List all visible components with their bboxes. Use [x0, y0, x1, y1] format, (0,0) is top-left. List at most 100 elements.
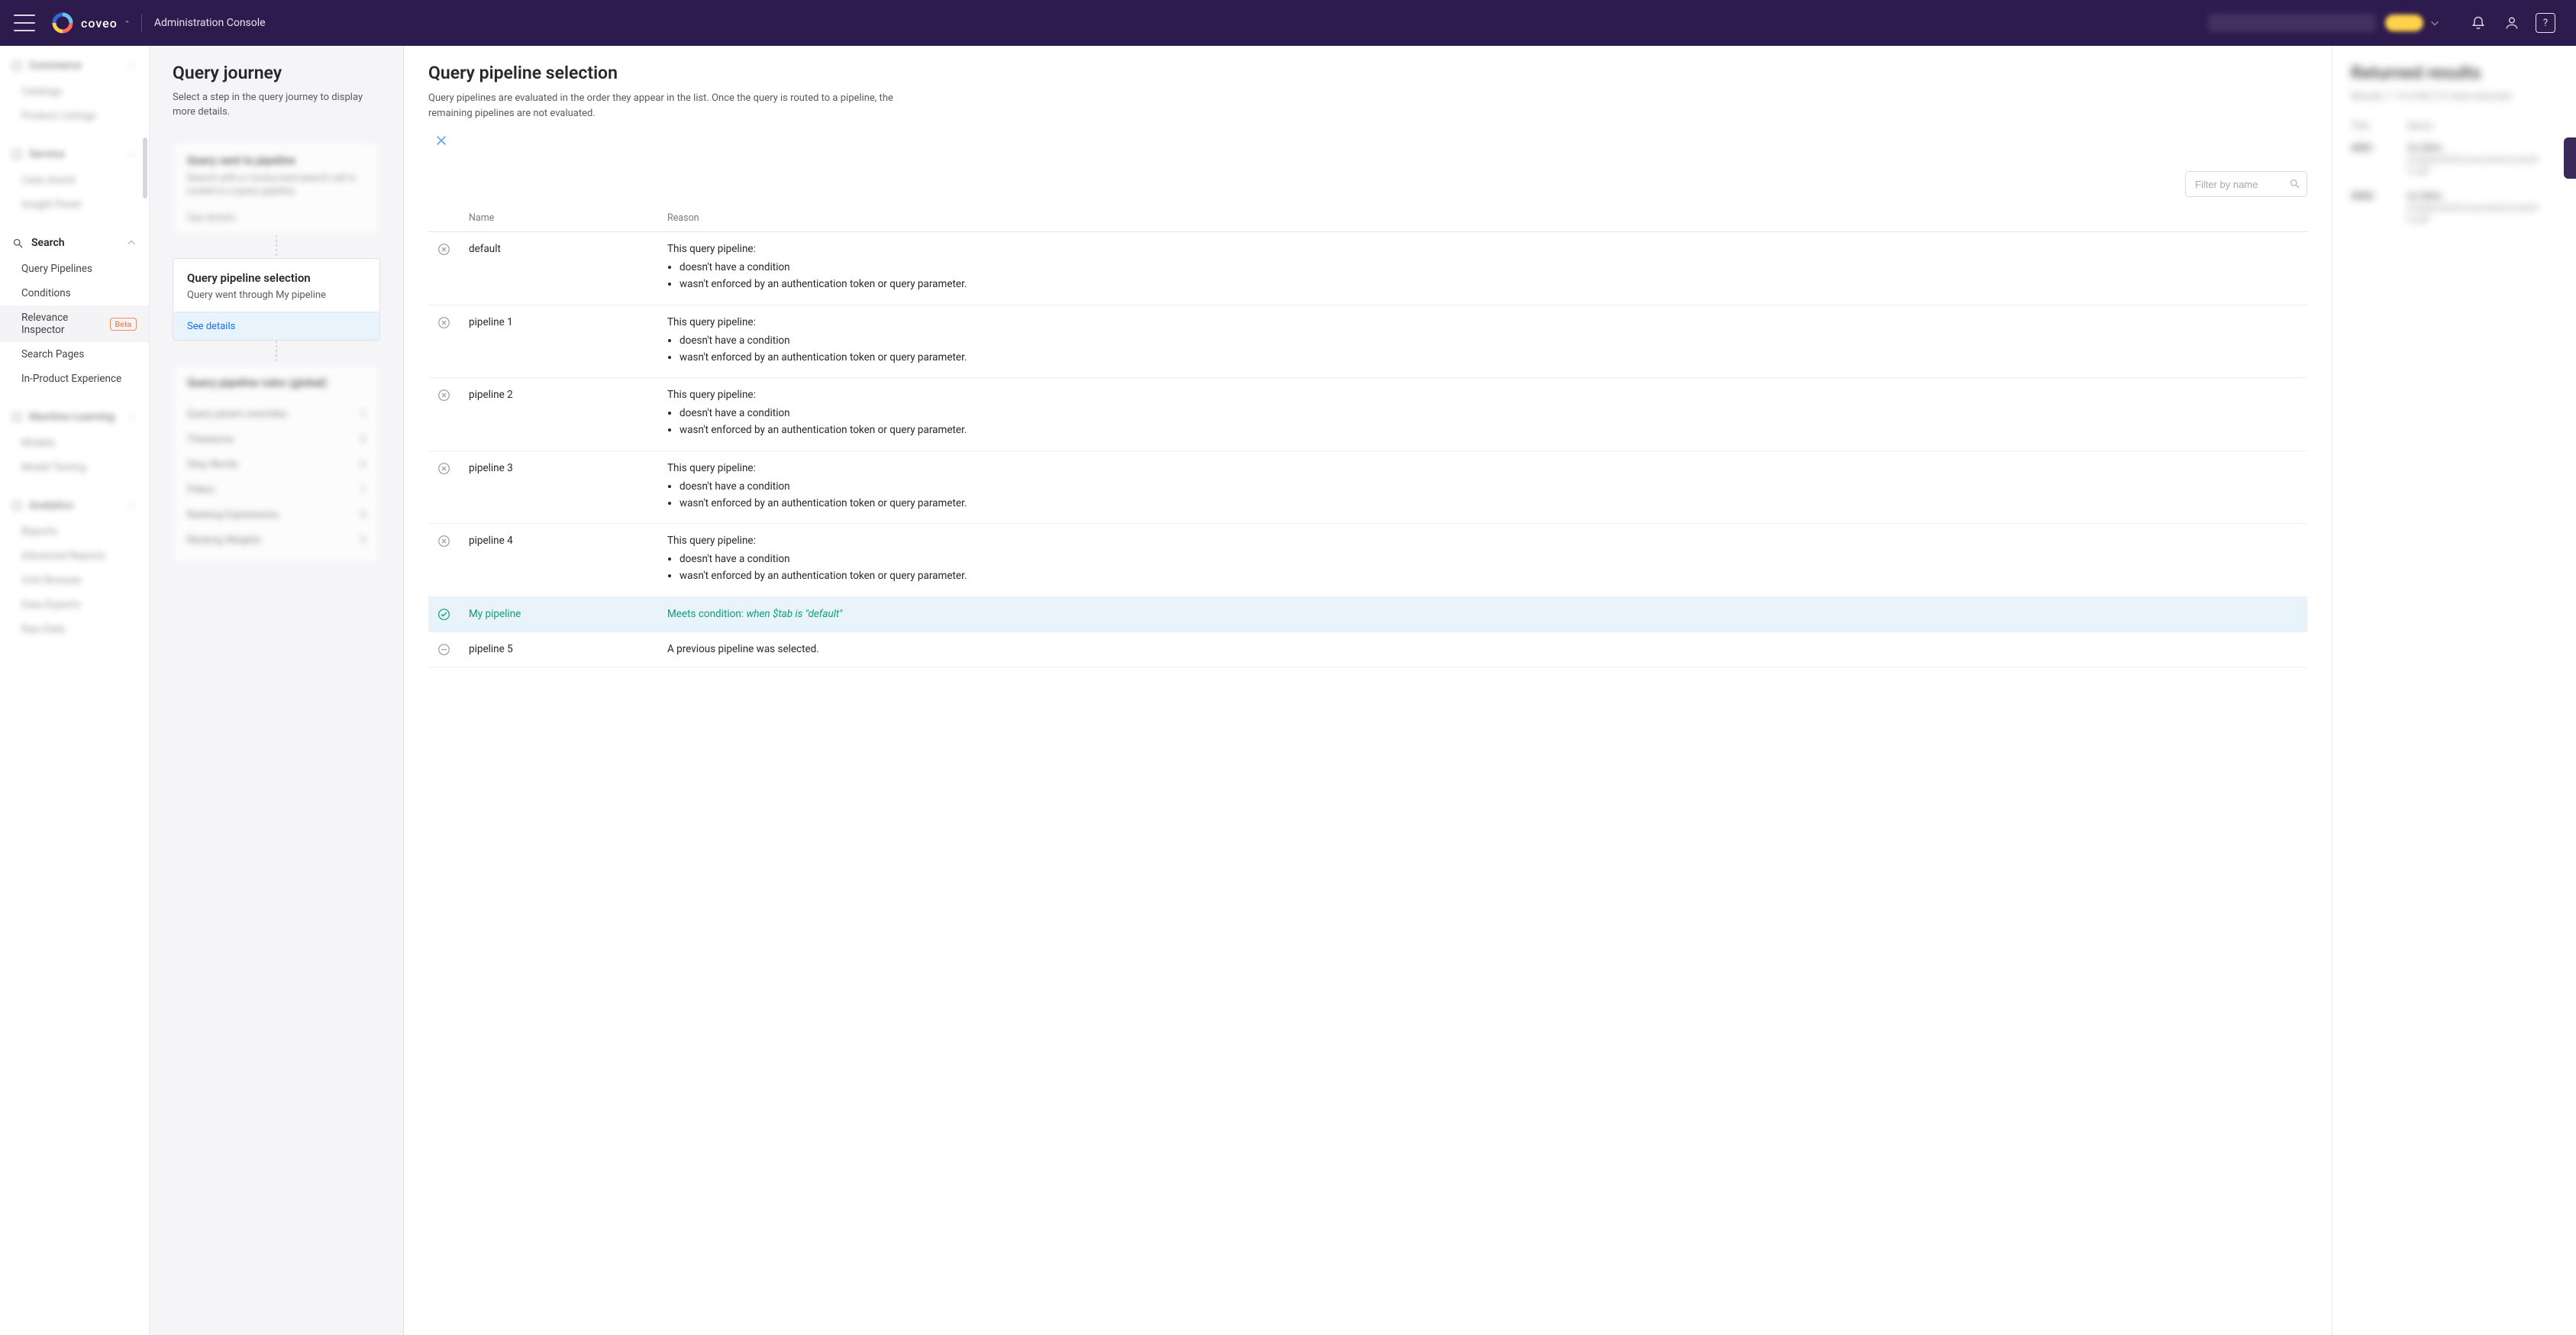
results-sub: Results 1–5 of 84,712 were returned	[2351, 91, 2558, 102]
rule-row[interactable]: Thesaurus 0	[187, 427, 366, 452]
pipeline-row[interactable]: My pipeline Meets condition: when $tab i…	[428, 596, 2307, 632]
step-title: Query pipeline selection	[187, 271, 366, 285]
sidebar-group-head-search[interactable]: Search	[0, 229, 149, 257]
rule-row[interactable]: Ranking Expressions0	[187, 503, 366, 528]
sidebar-item[interactable]: Visit Browser	[0, 568, 149, 593]
result-id: #001	[2351, 143, 2389, 154]
detail-title: Query pipeline selection	[428, 63, 2307, 83]
sidebar-item[interactable]: Case Assist	[0, 168, 149, 192]
feedback-tab[interactable]	[2564, 137, 2576, 179]
help-button[interactable]: ?	[2529, 6, 2562, 40]
topbar: coveo™ Administration Console ?	[0, 0, 2576, 46]
reason-intro: This query pipeline:	[667, 243, 756, 255]
sidebar-group-head[interactable]: Analytics	[0, 492, 149, 519]
rule-label: Filters	[187, 484, 215, 496]
pipeline-row[interactable]: pipeline 4 This query pipeline: doesn't …	[428, 524, 2307, 597]
reason-text: Meets condition:	[667, 608, 746, 620]
search-icon	[12, 238, 24, 249]
detail-desc: Query pipelines are evaluated in the ord…	[428, 91, 917, 121]
rule-label: Stop Words	[187, 459, 238, 470]
rule-row[interactable]: Query param overrides1	[187, 402, 366, 427]
sidebar-group-head[interactable]: Machine Learning	[0, 403, 149, 431]
sidebar-scrollbar[interactable]	[143, 137, 147, 199]
menu-toggle[interactable]	[14, 15, 35, 31]
result-id: #002	[2351, 191, 2389, 202]
sidebar-item[interactable]: Reports	[0, 519, 149, 544]
journey-step-rules[interactable]: Query pipeline rules (global) Query para…	[173, 364, 380, 564]
sidebar-group-head[interactable]: Service	[0, 141, 149, 168]
col-name: Name	[460, 205, 658, 232]
pipeline-row[interactable]: pipeline 5 A previous pipeline was selec…	[428, 632, 2307, 667]
sidebar-group-blurred: Commerce CatalogsProduct Listings	[0, 46, 149, 134]
step-see-details[interactable]: See details	[187, 212, 366, 224]
reason-bullet: wasn't enforced by an authentication tok…	[680, 496, 2298, 511]
sidebar-item[interactable]: Relevance InspectorBeta	[0, 305, 149, 342]
sidebar-item[interactable]: Catalogs	[0, 79, 149, 104]
sidebar-item[interactable]: In-Product Experience	[0, 367, 149, 391]
reason-bullet: doesn't have a condition	[680, 406, 2298, 421]
pipeline-reason: Meets condition: when $tab is "default"	[658, 596, 2307, 632]
rule-count: 1	[360, 484, 366, 496]
org-switcher[interactable]	[2208, 14, 2376, 32]
reason-bullet: wasn't enforced by an authentication tok…	[680, 276, 2298, 292]
sidebar-item[interactable]: Data Exports	[0, 593, 149, 617]
sidebar-group-head[interactable]: Commerce	[0, 52, 149, 79]
pipeline-row[interactable]: default This query pipeline: doesn't hav…	[428, 232, 2307, 305]
journey-step-sent[interactable]: Query sent to pipeline Search with a /co…	[173, 141, 380, 235]
chevron-down-icon	[126, 412, 137, 422]
result-row[interactable]: #002GLOBAL kropbendrehonsemediconwerk 0.…	[2351, 191, 2558, 225]
chevron-down-icon[interactable]	[2429, 18, 2440, 28]
sidebar-item-label: Conditions	[21, 287, 71, 299]
journey-column: Query journey Select a step in the query…	[150, 46, 404, 1335]
close-icon[interactable]	[436, 134, 450, 148]
step-title: Query pipeline rules (global)	[187, 377, 366, 390]
rule-count: 0	[360, 459, 366, 470]
sidebar-item[interactable]: Query Pipelines	[0, 257, 149, 281]
reason-bullet: wasn't enforced by an authentication tok…	[680, 568, 2298, 583]
step-see-details-bar[interactable]: See details	[173, 312, 379, 340]
rule-row[interactable]: Ranking Weights0	[187, 528, 366, 553]
sidebar-item[interactable]: Advanced Reports	[0, 544, 149, 568]
user-button[interactable]	[2495, 6, 2529, 40]
sidebar-item[interactable]: Model Testing	[0, 455, 149, 480]
sidebar-item[interactable]: Models	[0, 431, 149, 455]
reason-bullet: wasn't enforced by an authentication tok…	[680, 350, 2298, 365]
sidebar: Commerce CatalogsProduct Listings Servic…	[0, 46, 150, 1335]
col-reason: Reason	[658, 205, 2307, 232]
pipelines-table: Name Reason default This query pipeline:…	[428, 205, 2307, 668]
sidebar-group-blurred: Machine Learning ModelsModel Testing	[0, 397, 149, 486]
pipeline-row[interactable]: pipeline 2 This query pipeline: doesn't …	[428, 378, 2307, 451]
sidebar-group-blurred: Analytics ReportsAdvanced ReportsVisit B…	[0, 486, 149, 648]
sidebar-group-title: Machine Learning	[29, 411, 115, 423]
rule-row[interactable]: Filters 1	[187, 477, 366, 503]
pipeline-name: My pipeline	[460, 596, 658, 632]
beta-badge: Beta	[110, 318, 137, 331]
sidebar-item-label: In-Product Experience	[21, 373, 121, 385]
sidebar-item[interactable]: Conditions	[0, 281, 149, 305]
product-name: Administration Console	[154, 17, 266, 29]
result-name: GLOBAL	[2407, 143, 2444, 154]
rule-label: Ranking Expressions	[187, 509, 279, 521]
result-row[interactable]: #001GLOBAL kropbendrehonsemediconwerk 0.…	[2351, 143, 2558, 177]
pipeline-name: pipeline 1	[460, 305, 658, 378]
sidebar-item[interactable]: Product Listings	[0, 104, 149, 128]
step-sub: Query went through My pipeline	[187, 289, 366, 301]
pipeline-row[interactable]: pipeline 1 This query pipeline: doesn't …	[428, 305, 2307, 378]
status-accept-icon	[437, 608, 450, 621]
notifications-button[interactable]	[2461, 6, 2495, 40]
reason-bullet: doesn't have a condition	[680, 260, 2298, 275]
rule-count: 0	[360, 434, 366, 445]
pipeline-row[interactable]: pipeline 3 This query pipeline: doesn't …	[428, 451, 2307, 524]
pipeline-reason: This query pipeline: doesn't have a cond…	[658, 524, 2307, 597]
coveo-logo-icon	[52, 12, 73, 34]
rule-row[interactable]: Stop Words 0	[187, 452, 366, 477]
step-title: Query sent to pipeline	[187, 154, 366, 167]
org-badge	[2385, 15, 2423, 31]
see-details-link[interactable]: See details	[187, 321, 235, 332]
pipeline-reason: This query pipeline: doesn't have a cond…	[658, 451, 2307, 524]
rule-label: Thesaurus	[187, 434, 234, 445]
sidebar-item[interactable]: Insight Panel	[0, 192, 149, 217]
journey-step-selection[interactable]: Query pipeline selection Query went thro…	[173, 258, 380, 341]
sidebar-item[interactable]: Search Pages	[0, 342, 149, 367]
sidebar-item[interactable]: Raw Data	[0, 617, 149, 642]
